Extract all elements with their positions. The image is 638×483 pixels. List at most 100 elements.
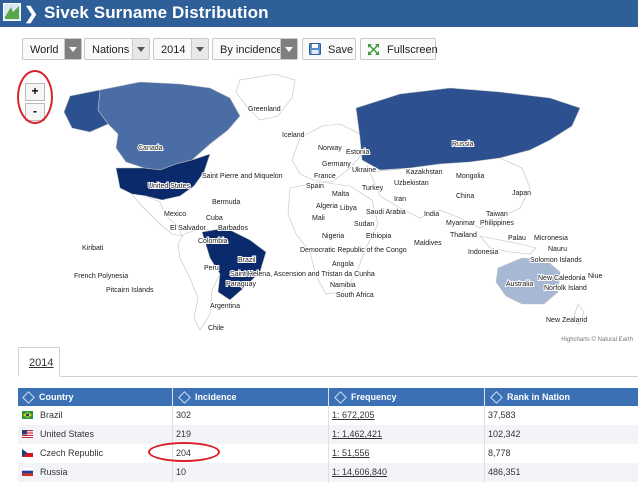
- map-label-sthelena: Saint Helena, Ascension and Tristan da C…: [230, 271, 375, 278]
- map-label-kiribati: Kiribati: [82, 245, 104, 252]
- map-label-canada: Canada: [138, 145, 163, 152]
- fullscreen-button[interactable]: Fullscreen: [360, 38, 438, 60]
- region-select[interactable]: World: [22, 38, 82, 60]
- map-label-iceland: Iceland: [282, 132, 305, 139]
- country-cell: Russia: [40, 467, 68, 477]
- floppy-disk-icon: [309, 43, 321, 55]
- column-header-country-label: Country: [39, 392, 74, 402]
- map-label-ukraine: Ukraine: [352, 167, 376, 174]
- metric-select-value: By incidence: [220, 44, 283, 56]
- chevron-down-icon: [191, 39, 208, 59]
- sort-icon: [490, 391, 503, 404]
- map-label-indonesia: Indonesia: [468, 249, 498, 256]
- save-button[interactable]: Save: [302, 38, 356, 60]
- map-label-spm: Saint Pierre and Miquelon: [202, 173, 283, 180]
- column-header-frequency-label: Frequency: [351, 392, 397, 402]
- map-label-mexico: Mexico: [164, 211, 186, 218]
- map-label-pitcairn: Pitcairn Islands: [106, 287, 154, 294]
- annotation-circle-incidence: [148, 442, 220, 462]
- map-label-nigeria: Nigeria: [322, 233, 344, 240]
- map-label-turkey: Turkey: [362, 185, 384, 192]
- frequency-cell[interactable]: 1: 51,556: [332, 448, 370, 458]
- year-select-value: 2014: [161, 44, 186, 56]
- level-select-value: Nations: [92, 44, 130, 56]
- tab-2014-label: 2014: [29, 357, 54, 369]
- frequency-cell[interactable]: 1: 672,205: [332, 410, 375, 420]
- map-label-spain: Spain: [306, 183, 324, 190]
- map-label-southafrica: South Africa: [336, 292, 374, 299]
- map-label-norfolk: Norfolk Island: [544, 285, 587, 292]
- map-label-drc: Democratic Republic of the Congo: [300, 247, 407, 254]
- column-header-incidence-label: Incidence: [195, 392, 237, 402]
- rank-cell: 8,778: [488, 448, 511, 458]
- map-label-china: China: [456, 193, 474, 200]
- map-label-mali: Mali: [312, 215, 325, 222]
- level-select[interactable]: Nations: [84, 38, 150, 60]
- column-header-incidence[interactable]: Incidence: [178, 391, 237, 404]
- map-label-saudi: Saudi Arabia: [366, 209, 406, 216]
- fullscreen-button-label: Fullscreen: [387, 44, 438, 56]
- map-label-chile: Chile: [208, 325, 224, 332]
- chevron-down-icon: [64, 39, 81, 59]
- rank-cell: 102,342: [488, 429, 521, 439]
- country-cell: Brazil: [40, 410, 63, 420]
- map-credit[interactable]: Highcharts © Natural Earth: [561, 337, 633, 343]
- frequency-cell[interactable]: 1: 14,606,840: [332, 467, 387, 477]
- sort-icon: [178, 391, 191, 404]
- frequency-cell[interactable]: 1: 1,462,421: [332, 429, 382, 439]
- year-select[interactable]: 2014: [153, 38, 209, 60]
- column-header-country[interactable]: Country: [22, 391, 74, 404]
- map-label-thailand: Thailand: [450, 232, 477, 239]
- canada-region: [97, 81, 241, 171]
- map-label-norway: Norway: [318, 145, 342, 152]
- world-map[interactable]: Greenland Iceland Canada United States S…: [60, 68, 638, 344]
- map-label-germany: Germany: [322, 161, 351, 168]
- map-label-uzbekistan: Uzbekistan: [394, 180, 429, 187]
- column-header-rank-label: Rank in Nation: [507, 392, 571, 402]
- map-label-malta: Malta: [332, 191, 349, 198]
- save-button-label: Save: [328, 44, 354, 56]
- map-label-colombia: Colombia: [198, 238, 228, 245]
- map-label-france: France: [314, 173, 336, 180]
- map-label-cuba: Cuba: [206, 215, 223, 222]
- map-label-philippines: Philippines: [480, 220, 514, 227]
- map-label-solomon: Solomon Islands: [530, 257, 582, 264]
- map-logo-icon: [3, 3, 21, 21]
- greenland-region: [235, 73, 296, 121]
- column-header-frequency[interactable]: Frequency: [334, 391, 397, 404]
- page-title: Sivek Surname Distribution: [44, 3, 269, 22]
- incidence-cell: 219: [176, 429, 192, 439]
- column-divider: [172, 388, 173, 483]
- country-cell: Czech Republic: [40, 448, 104, 458]
- annotation-circle-zoom: [17, 70, 53, 124]
- map-label-bermuda: Bermuda: [212, 199, 241, 206]
- map-label-estonia: Estonia: [346, 149, 369, 156]
- map-label-newzealand: New Zealand: [546, 317, 587, 324]
- map-label-usa: United States: [148, 183, 191, 190]
- map-label-newcaledonia: New Caledonia: [538, 275, 586, 282]
- map-label-russia: Russia: [452, 141, 474, 148]
- map-label-ethiopia: Ethiopia: [366, 233, 391, 240]
- map-label-niue: Niue: [588, 273, 603, 280]
- sort-icon: [334, 391, 347, 404]
- metric-select[interactable]: By incidence: [212, 38, 298, 60]
- region-select-value: World: [30, 44, 59, 56]
- map-label-palau: Palau: [508, 235, 526, 242]
- tab-2014[interactable]: 2014: [18, 347, 60, 377]
- map-label-paraguay: Paraguay: [226, 281, 256, 288]
- map-label-argentina: Argentina: [210, 303, 240, 310]
- map-label-australia: Australia: [506, 281, 533, 288]
- column-header-rank[interactable]: Rank in Nation: [490, 391, 571, 404]
- map-label-namibia: Namibia: [330, 282, 356, 289]
- column-divider: [328, 388, 329, 483]
- rank-cell: 486,351: [488, 467, 521, 477]
- usa-flag-icon: [22, 430, 33, 438]
- russia-flag-icon: [22, 468, 33, 476]
- chevron-down-icon: [280, 39, 297, 59]
- tab-divider: [18, 376, 638, 377]
- map-label-iran: Iran: [394, 196, 406, 203]
- sort-icon: [22, 391, 35, 404]
- rank-cell: 37,583: [488, 410, 516, 420]
- map-label-algeria: Algeria: [316, 203, 338, 210]
- map-label-india: India: [424, 211, 439, 218]
